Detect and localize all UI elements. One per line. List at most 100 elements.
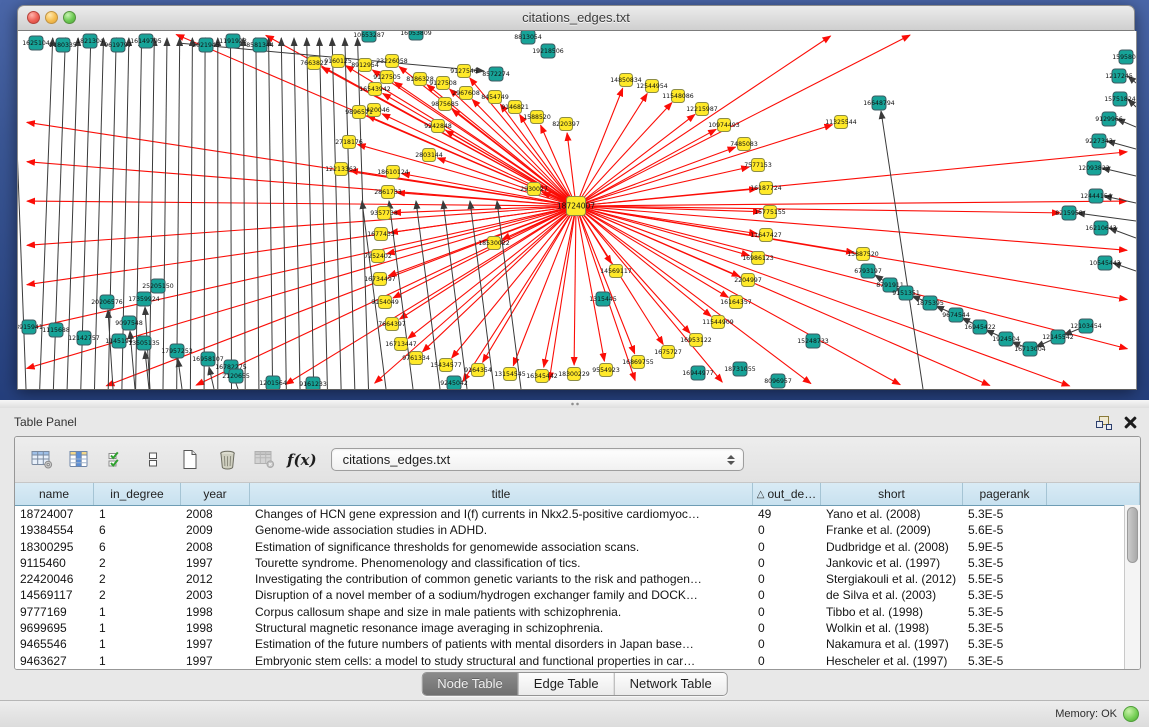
- network-node[interactable]: 9357738: [370, 207, 398, 220]
- cell-in_degree[interactable]: 2: [94, 587, 181, 603]
- cell-out_degree[interactable]: 0: [753, 653, 821, 669]
- cell-year[interactable]: 2009: [181, 522, 250, 538]
- new-table-icon[interactable]: [177, 447, 203, 473]
- column-header-pagerank[interactable]: pagerank: [963, 483, 1047, 505]
- network-node[interactable]: 15775155: [754, 206, 786, 219]
- cell-short[interactable]: Nakamura et al. (1997): [821, 636, 963, 652]
- cell-pagerank[interactable]: 5.3E-5: [963, 636, 1047, 652]
- cell-year[interactable]: 1998: [181, 620, 250, 636]
- zoom-window-icon[interactable]: [63, 11, 76, 24]
- cell-short[interactable]: Tibbo et al. (1998): [821, 604, 963, 620]
- network-node[interactable]: 9161233: [299, 377, 327, 390]
- column-header-short[interactable]: short: [821, 483, 963, 505]
- network-node[interactable]: 9127546: [450, 65, 478, 78]
- network-node[interactable]: 19218506: [532, 44, 564, 58]
- close-window-icon[interactable]: [27, 11, 40, 24]
- cell-out_degree[interactable]: 0: [753, 620, 821, 636]
- network-node[interactable]: 2803144: [415, 149, 443, 162]
- column-header-in_degree[interactable]: in_degree: [94, 483, 181, 505]
- splitter-grip-icon[interactable]: [570, 402, 580, 406]
- cell-name[interactable]: 19384554: [15, 522, 94, 538]
- network-node[interactable]: 16543942: [359, 83, 391, 96]
- network-node[interactable]: 12093822: [1078, 161, 1110, 175]
- tab-node-table[interactable]: Node Table: [422, 673, 518, 695]
- cell-title[interactable]: Genome-wide association studies in ADHD.: [250, 522, 753, 538]
- network-node[interactable]: 16164357: [720, 296, 752, 309]
- network-node[interactable]: 16210643: [1085, 221, 1117, 235]
- cell-title[interactable]: Changes of HCN gene expression and I(f) …: [250, 506, 753, 522]
- cell-pagerank[interactable]: 5.3E-5: [963, 604, 1047, 620]
- cell-year[interactable]: 1997: [181, 555, 250, 571]
- network-node[interactable]: 7485083: [730, 138, 758, 151]
- table-row[interactable]: 1830029562008Estimation of significance …: [15, 539, 1140, 555]
- network-node[interactable]: 9127505: [373, 71, 401, 84]
- cell-pagerank[interactable]: 5.6E-5: [963, 522, 1047, 538]
- network-node[interactable]: 16187724: [750, 182, 782, 195]
- cell-pagerank[interactable]: 5.5E-5: [963, 571, 1047, 587]
- table-vertical-scrollbar[interactable]: [1124, 505, 1140, 669]
- network-node[interactable]: 1201564: [259, 376, 287, 390]
- cell-out_degree[interactable]: 0: [753, 522, 821, 538]
- network-node[interactable]: 8454749: [481, 91, 509, 104]
- network-node[interactable]: 16345442: [526, 370, 558, 383]
- cell-year[interactable]: 2012: [181, 571, 250, 587]
- network-node[interactable]: 9097548: [115, 316, 143, 330]
- cell-pagerank[interactable]: 5.3E-5: [963, 587, 1047, 603]
- close-panel-icon[interactable]: [1124, 416, 1137, 429]
- network-node[interactable]: 7664397: [378, 318, 406, 331]
- column-header-out_degree[interactable]: △out_de…: [753, 483, 821, 505]
- network-node[interactable]: 13505135: [128, 336, 160, 350]
- cell-in_degree[interactable]: 1: [94, 620, 181, 636]
- network-node[interactable]: 8096957: [764, 374, 792, 388]
- table-row[interactable]: 969969511998Structural magnetic resonanc…: [15, 620, 1140, 636]
- cell-short[interactable]: de Silva et al. (2003): [821, 587, 963, 603]
- network-node[interactable]: 1191923: [219, 34, 247, 48]
- cell-in_degree[interactable]: 1: [94, 506, 181, 522]
- cell-short[interactable]: Stergiakouli et al. (2012): [821, 571, 963, 587]
- network-node[interactable]: 16953122: [680, 334, 712, 347]
- cell-name[interactable]: 18724007: [15, 506, 94, 522]
- network-node[interactable]: 1595804: [1112, 50, 1137, 64]
- table-row[interactable]: 977716911998Corpus callosum shape and si…: [15, 604, 1140, 620]
- network-node[interactable]: 2180335: [49, 38, 77, 52]
- cell-name[interactable]: 9699695: [15, 620, 94, 636]
- show-column-icon[interactable]: [66, 447, 92, 473]
- select-all-rows-icon[interactable]: [103, 447, 129, 473]
- cell-title[interactable]: Disruption of a novel member of a sodium…: [250, 587, 753, 603]
- network-canvas[interactable]: 1625104218033518213049619797161497952021…: [17, 31, 1137, 390]
- cell-title[interactable]: Investigating the contribution of common…: [250, 571, 753, 587]
- clear-selection-icon[interactable]: [140, 447, 166, 473]
- network-node[interactable]: 1675727: [654, 346, 682, 359]
- network-node[interactable]: 13154545: [494, 368, 526, 381]
- network-node[interactable]: 11548086: [662, 90, 694, 103]
- cell-title[interactable]: Estimation of significance thresholds fo…: [250, 539, 753, 555]
- tab-network-table[interactable]: Network Table: [614, 673, 727, 695]
- network-node[interactable]: 8572274: [482, 67, 510, 81]
- network-node[interactable]: 17957253: [161, 344, 193, 358]
- network-node[interactable]: 10974493: [708, 119, 740, 132]
- cell-title[interactable]: Estimation of the future numbers of pati…: [250, 636, 753, 652]
- cell-pagerank[interactable]: 5.3E-5: [963, 555, 1047, 571]
- scrollbar-thumb[interactable]: [1127, 507, 1138, 563]
- tab-edge-table[interactable]: Edge Table: [518, 673, 614, 695]
- network-node[interactable]: 14569117: [600, 265, 632, 278]
- network-node[interactable]: 3915941: [17, 320, 43, 334]
- network-node[interactable]: 16648794: [863, 96, 895, 110]
- cell-year[interactable]: 1997: [181, 636, 250, 652]
- network-node[interactable]: 16713447: [385, 338, 417, 351]
- network-node[interactable]: 2967608: [452, 87, 480, 100]
- network-node[interactable]: 9129966: [1095, 112, 1123, 126]
- network-node[interactable]: 1821304: [76, 34, 104, 48]
- cell-in_degree[interactable]: 6: [94, 539, 181, 555]
- network-node[interactable]: 18731055: [724, 362, 756, 376]
- network-node[interactable]: 15248733: [797, 334, 829, 348]
- cell-name[interactable]: 22420046: [15, 571, 94, 587]
- network-node[interactable]: 1588520: [523, 111, 551, 124]
- cell-year[interactable]: 2003: [181, 587, 250, 603]
- network-node[interactable]: 7577153: [744, 159, 772, 172]
- cell-title[interactable]: Tourette syndrome. Phenomenology and cla…: [250, 555, 753, 571]
- network-node[interactable]: 11325544: [825, 116, 857, 129]
- cell-year[interactable]: 2008: [181, 506, 250, 522]
- table-row[interactable]: 1872400712008Changes of HCN gene express…: [15, 506, 1140, 522]
- network-node[interactable]: 12142757: [68, 331, 100, 345]
